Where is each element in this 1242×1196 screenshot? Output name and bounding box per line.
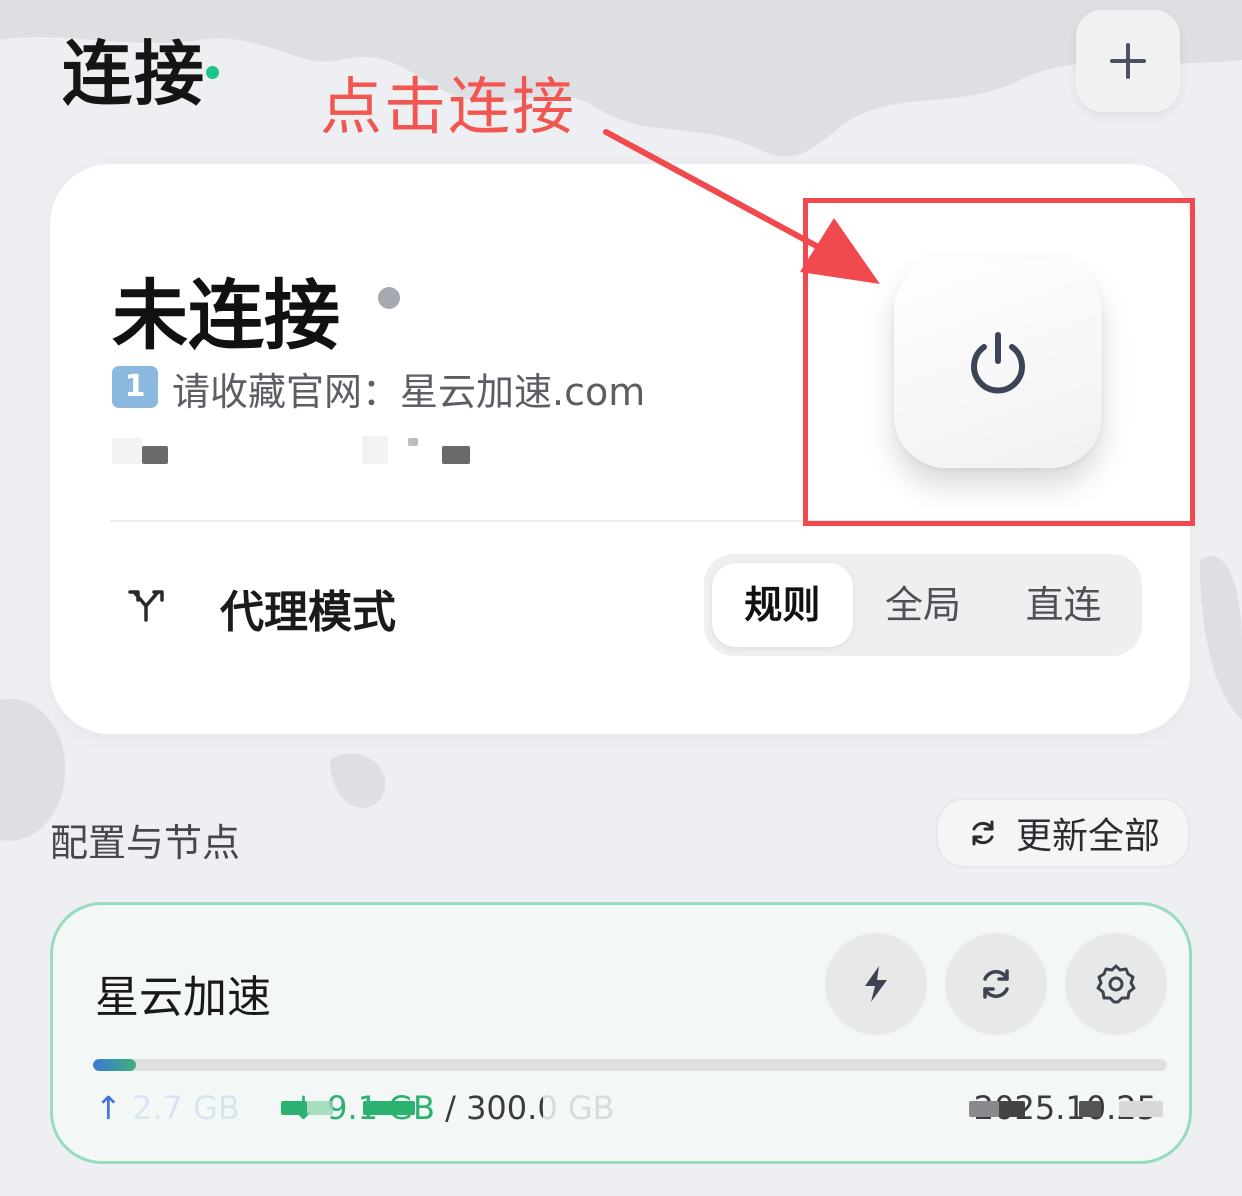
profile-name: 星云加速: [95, 972, 271, 1023]
usage-separator: /: [434, 1089, 467, 1127]
notice-text: 请收藏官网：星云加速.com: [172, 370, 646, 414]
plus-icon: [1110, 43, 1146, 79]
redaction-block: [363, 1101, 415, 1115]
annotation-highlight-box: [803, 198, 1195, 526]
status-indicator-dot: [378, 287, 400, 309]
mode-option-rule[interactable]: 规则: [712, 563, 853, 647]
fork-icon: [128, 590, 164, 622]
section-title: 配置与节点: [50, 821, 241, 865]
redaction-block: [1079, 1101, 1101, 1117]
refresh-icon: [972, 820, 994, 846]
redaction-block: [1119, 1101, 1163, 1117]
redaction-block: [133, 1095, 243, 1121]
annotation-label: 点击连接: [320, 70, 577, 143]
notice-badge: 1: [112, 366, 158, 408]
refresh-icon: [983, 969, 1009, 999]
mode-option-global[interactable]: 全局: [853, 563, 994, 647]
proxy-mode-label: 代理模式: [220, 587, 396, 638]
redaction-block: [969, 1101, 999, 1117]
redacted-info: [112, 434, 472, 464]
title-accent-dot: [206, 66, 219, 79]
settings-icon: [1096, 964, 1136, 1004]
page-title: 连接: [62, 33, 206, 115]
add-profile-button[interactable]: [1076, 10, 1180, 112]
update-all-label: 更新全部: [1016, 816, 1161, 857]
profile-settings-button[interactable]: [1065, 933, 1167, 1035]
speed-test-button[interactable]: [825, 933, 927, 1035]
redaction-block: [999, 1101, 1025, 1117]
usage-progress-fill: [93, 1059, 136, 1071]
profile-card[interactable]: 星云加速 ↑ 2.7 GB ↓ 9.1 GB / 300.0 GB 2025.1…: [50, 902, 1192, 1164]
redaction-block: [281, 1101, 307, 1115]
connection-state: 未连接: [112, 271, 340, 360]
update-all-button[interactable]: 更新全部: [936, 798, 1190, 868]
redaction-block: [543, 1095, 613, 1121]
profile-refresh-button[interactable]: [945, 933, 1047, 1035]
proxy-mode-selector: 规则 全局 直连: [704, 554, 1142, 656]
mode-option-direct[interactable]: 直连: [993, 563, 1134, 647]
usage-progress-bar: [93, 1059, 1167, 1071]
lightning-icon: [865, 966, 887, 1002]
redaction-block: [307, 1101, 333, 1115]
